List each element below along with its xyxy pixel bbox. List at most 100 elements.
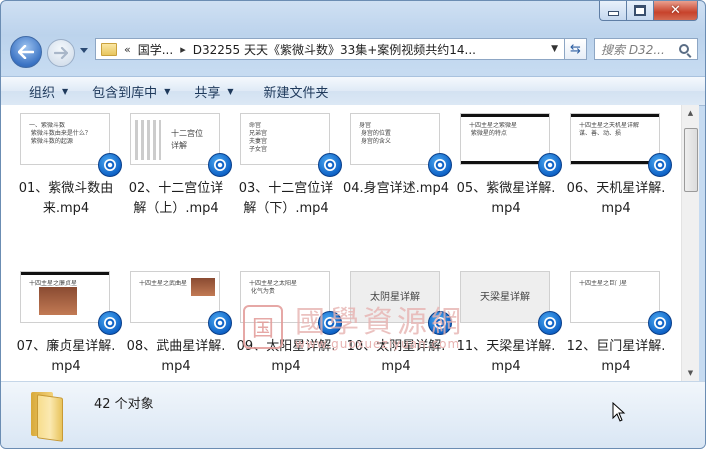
file-name: 10、太阴星详解. mp4 bbox=[342, 337, 450, 377]
thumbnail-text: 十四主星之紫微星 紫微星的特点 bbox=[469, 122, 518, 137]
file-name-line: 04.身宫详述.mp4 bbox=[343, 181, 449, 196]
chevron-right-icon[interactable]: ▸ bbox=[180, 43, 186, 56]
video-file-icon bbox=[98, 311, 122, 335]
file-name-line: mp4 bbox=[601, 359, 631, 374]
refresh-button[interactable]: ⇆ bbox=[565, 38, 587, 60]
chevron-down-icon: ▼ bbox=[62, 86, 69, 96]
thumbnail-chart bbox=[135, 120, 161, 160]
file-name: 12、巨门星详解. mp4 bbox=[562, 337, 670, 377]
thumbnail-picture bbox=[191, 278, 215, 296]
thumbnail-text: 身宫 身宫的位置 身宫的含义 bbox=[359, 122, 391, 145]
folder-icon bbox=[101, 42, 117, 56]
file-name: 04.身宫详述.mp4 bbox=[342, 179, 450, 199]
search-icon[interactable] bbox=[679, 44, 689, 54]
command-bar: 组织 ▼ 包含到库中 ▼ 共享 ▼ 新建文件夹 bbox=[1, 76, 705, 106]
forward-button[interactable] bbox=[47, 39, 75, 67]
file-name-line: mp4 bbox=[491, 201, 521, 216]
scroll-up-icon[interactable]: ▲ bbox=[682, 105, 699, 121]
search-input[interactable]: 搜索 D32... bbox=[594, 38, 698, 60]
video-thumbnail: 十四主星之紫微星 紫微星的特点 bbox=[460, 113, 550, 165]
chevron-down-icon: ▼ bbox=[164, 86, 171, 96]
file-name: 03、十二宫位详 解（下）.mp4 bbox=[232, 179, 340, 219]
file-name-line: 解（上）.mp4 bbox=[133, 201, 219, 216]
file-name: 09、太阳星详解. mp4 bbox=[232, 337, 340, 377]
breadcrumb-item[interactable]: D32255 天天《紫微斗数》33集+案例视频共约14... bbox=[193, 41, 476, 58]
maximize-button[interactable] bbox=[626, 1, 654, 21]
organize-menu[interactable]: 组织 ▼ bbox=[29, 82, 68, 101]
recent-pages-button[interactable] bbox=[79, 45, 89, 55]
thumbnail-bar bbox=[571, 114, 659, 117]
file-name-line: 07、廉贞星详解. bbox=[16, 339, 116, 354]
thumbnail-bar bbox=[461, 161, 549, 164]
video-file-icon bbox=[208, 311, 232, 335]
new-folder-button[interactable]: 新建文件夹 bbox=[264, 82, 329, 101]
close-icon: ✕ bbox=[670, 3, 681, 18]
folder-front bbox=[37, 394, 63, 442]
file-name: 08、武曲星详解. mp4 bbox=[122, 337, 230, 377]
file-name-line: 11、天梁星详解. bbox=[456, 339, 556, 354]
file-name-line: 08、武曲星详解. bbox=[126, 339, 226, 354]
file-name-line: 来.mp4 bbox=[42, 201, 90, 216]
video-file-icon bbox=[318, 153, 342, 177]
video-thumbnail: 天梁星详解 bbox=[460, 271, 550, 323]
video-thumbnail: 十四主星之廉贞星 bbox=[20, 271, 110, 323]
file-name-line: mp4 bbox=[271, 359, 301, 374]
file-name: 01、紫微斗数由 来.mp4 bbox=[12, 179, 120, 219]
scroll-down-icon[interactable]: ▼ bbox=[682, 365, 699, 381]
refresh-icon: ⇆ bbox=[570, 41, 581, 57]
explorer-window: ✕ « 国学... ▸ D32255 天天《紫微斗数》33集+案例视频共约14.… bbox=[0, 0, 706, 449]
thumbnail-bar bbox=[21, 272, 109, 275]
file-name-line: 06、天机星详解. bbox=[566, 181, 666, 196]
file-list: 一、紫微斗数 紫微斗数由来是什么？ 紫微斗数的起源 01、紫微斗数由 来.mp4 … bbox=[1, 105, 681, 381]
file-name-line: mp4 bbox=[601, 201, 631, 216]
video-thumbnail: 一、紫微斗数 紫微斗数由来是什么？ 紫微斗数的起源 bbox=[20, 113, 110, 165]
thumbnail-text: 十四主星之天机星详解 谋、善、动、损 bbox=[579, 122, 640, 137]
forward-arrow-icon bbox=[54, 47, 68, 59]
include-library-menu[interactable]: 包含到库中 ▼ bbox=[92, 82, 170, 101]
file-name-line: 12、巨门星详解. bbox=[566, 339, 666, 354]
breadcrumb-item[interactable]: 国学... bbox=[138, 41, 173, 58]
search-placeholder: 搜索 D32... bbox=[601, 42, 665, 57]
file-name: 11、天梁星详解. mp4 bbox=[452, 337, 560, 377]
file-name-line: mp4 bbox=[381, 359, 411, 374]
video-thumbnail: 十四主星之天机星详解 谋、善、动、损 bbox=[570, 113, 660, 165]
thumbnail-text: 命宫 兄弟宫 夫妻宫 子女宫 bbox=[249, 122, 268, 153]
share-menu[interactable]: 共享 ▼ bbox=[194, 82, 233, 101]
caption-buttons: ✕ bbox=[599, 1, 698, 21]
thumbnail-text: 十四主星之巨门星 bbox=[579, 280, 628, 287]
thumbnail-text: 天梁星详解 bbox=[480, 292, 530, 303]
thumbnail-picture bbox=[39, 287, 77, 315]
video-thumbnail: 十二宫位 详解 bbox=[130, 113, 220, 165]
file-name-line: mp4 bbox=[51, 359, 81, 374]
back-button[interactable] bbox=[10, 36, 42, 68]
file-name-line: mp4 bbox=[491, 359, 521, 374]
address-dropdown-icon[interactable]: ▼ bbox=[551, 44, 558, 54]
file-name-line: 09、太阳星详解. bbox=[236, 339, 336, 354]
vertical-scrollbar[interactable]: ▲ ▼ bbox=[681, 105, 699, 381]
scrollbar-thumb[interactable] bbox=[684, 128, 698, 192]
organize-label: 组织 bbox=[29, 85, 56, 101]
minimize-button[interactable] bbox=[599, 1, 626, 21]
overflow-crumbs-button[interactable]: « bbox=[124, 43, 131, 56]
folder-large-icon bbox=[31, 392, 63, 442]
address-bar[interactable]: « 国学... ▸ D32255 天天《紫微斗数》33集+案例视频共约14...… bbox=[95, 38, 565, 60]
file-name: 06、天机星详解. mp4 bbox=[562, 179, 670, 219]
back-arrow-icon bbox=[18, 45, 34, 59]
new-folder-label: 新建文件夹 bbox=[263, 85, 329, 101]
video-thumbnail: 十四主星之武曲星 bbox=[130, 271, 220, 323]
file-name: 07、廉贞星详解. mp4 bbox=[12, 337, 120, 377]
file-name-line: 05、紫微星详解. bbox=[456, 181, 556, 196]
video-thumbnail: 太阴星详解 bbox=[350, 271, 440, 323]
video-file-icon bbox=[648, 311, 672, 335]
item-count: 42 个对象 bbox=[94, 397, 154, 412]
video-thumbnail: 十四主星之巨门星 bbox=[570, 271, 660, 323]
close-button[interactable]: ✕ bbox=[654, 1, 698, 21]
file-name-line: 10、太阴星详解. bbox=[346, 339, 446, 354]
file-name: 02、十二宫位详 解（上）.mp4 bbox=[122, 179, 230, 219]
video-file-icon bbox=[538, 153, 562, 177]
file-name-line: 02、十二宫位详 bbox=[128, 181, 224, 196]
video-thumbnail: 身宫 身宫的位置 身宫的含义 bbox=[350, 113, 440, 165]
maximize-icon bbox=[634, 5, 646, 16]
thumbnail-text: 十四主星之太阳星 化气为贵 bbox=[249, 280, 298, 295]
thumbnail-text: 太阴星详解 bbox=[370, 292, 420, 303]
